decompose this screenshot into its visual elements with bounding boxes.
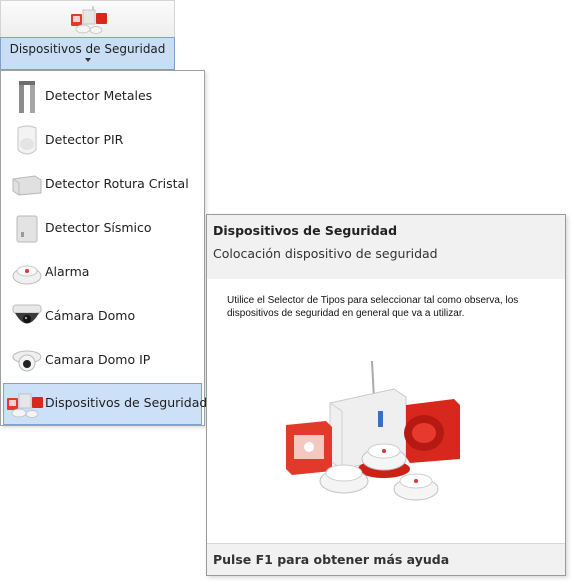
pir-detector-icon xyxy=(17,125,37,155)
ribbon-button-icon-area[interactable] xyxy=(0,0,175,37)
security-devices-icon xyxy=(71,6,107,34)
tooltip-header: Dispositivos de Seguridad Colocación dis… xyxy=(207,215,565,279)
metal-detector-icon xyxy=(19,81,35,113)
security-devices-menu: Detector Metales Detector PIR Detector R… xyxy=(0,70,207,426)
menu-item-label: Detector Sísmico xyxy=(45,220,152,235)
ribbon-button-label: Dispositivos de Seguridad xyxy=(9,42,166,56)
menu-item-detector-rotura-cristal[interactable]: Detector Rotura Cristal xyxy=(3,164,202,206)
tooltip-subtitle: Colocación dispositivo de seguridad xyxy=(213,246,438,261)
menu-item-alarma[interactable]: Alarma xyxy=(3,252,202,294)
alarm-icon xyxy=(12,265,42,285)
tooltip: Dispositivos de Seguridad Colocación dis… xyxy=(206,214,566,576)
menu-item-label: Camara Domo IP xyxy=(45,352,151,367)
glass-break-detector-icon xyxy=(12,175,42,196)
menu-item-label: Detector Rotura Cristal xyxy=(45,176,189,191)
menu-item-camara-domo-ip[interactable]: Camara Domo IP xyxy=(3,340,202,382)
tooltip-help-text: Pulse F1 para obtener más ayuda xyxy=(213,552,450,567)
menu-item-detector-sismico[interactable]: Detector Sísmico xyxy=(3,208,202,250)
dome-camera-icon xyxy=(12,304,42,324)
menu-item-label: Detector Metales xyxy=(45,88,153,103)
menu-item-label: Detector PIR xyxy=(45,132,124,147)
security-devices-icon xyxy=(7,393,43,418)
ribbon-button-dropdown[interactable]: Dispositivos de Seguridad xyxy=(0,37,175,70)
tooltip-title: Dispositivos de Seguridad xyxy=(213,223,398,238)
menu-item-label: Alarma xyxy=(45,264,90,279)
seismic-detector-icon xyxy=(16,215,38,243)
menu-item-dispositivos-de-seguridad[interactable]: Dispositivos de Seguridad xyxy=(3,383,207,425)
menu-item-label: Cámara Domo xyxy=(45,308,136,323)
tooltip-footer: Pulse F1 para obtener más ayuda xyxy=(207,543,565,575)
ip-dome-camera-icon xyxy=(12,350,42,372)
menu-item-label: Dispositivos de Seguridad xyxy=(45,395,208,410)
security-devices-ribbon-button[interactable]: Dispositivos de Seguridad xyxy=(0,0,175,70)
dropdown-arrow-icon xyxy=(85,58,91,62)
menu-item-detector-pir[interactable]: Detector PIR xyxy=(3,120,202,162)
security-devices-illustration xyxy=(286,360,460,501)
menu-item-camara-domo[interactable]: Cámara Domo xyxy=(3,296,202,338)
tooltip-description: Utilice el Selector de Tipos para selecc… xyxy=(227,295,519,319)
menu-item-detector-metales[interactable]: Detector Metales xyxy=(3,76,202,118)
